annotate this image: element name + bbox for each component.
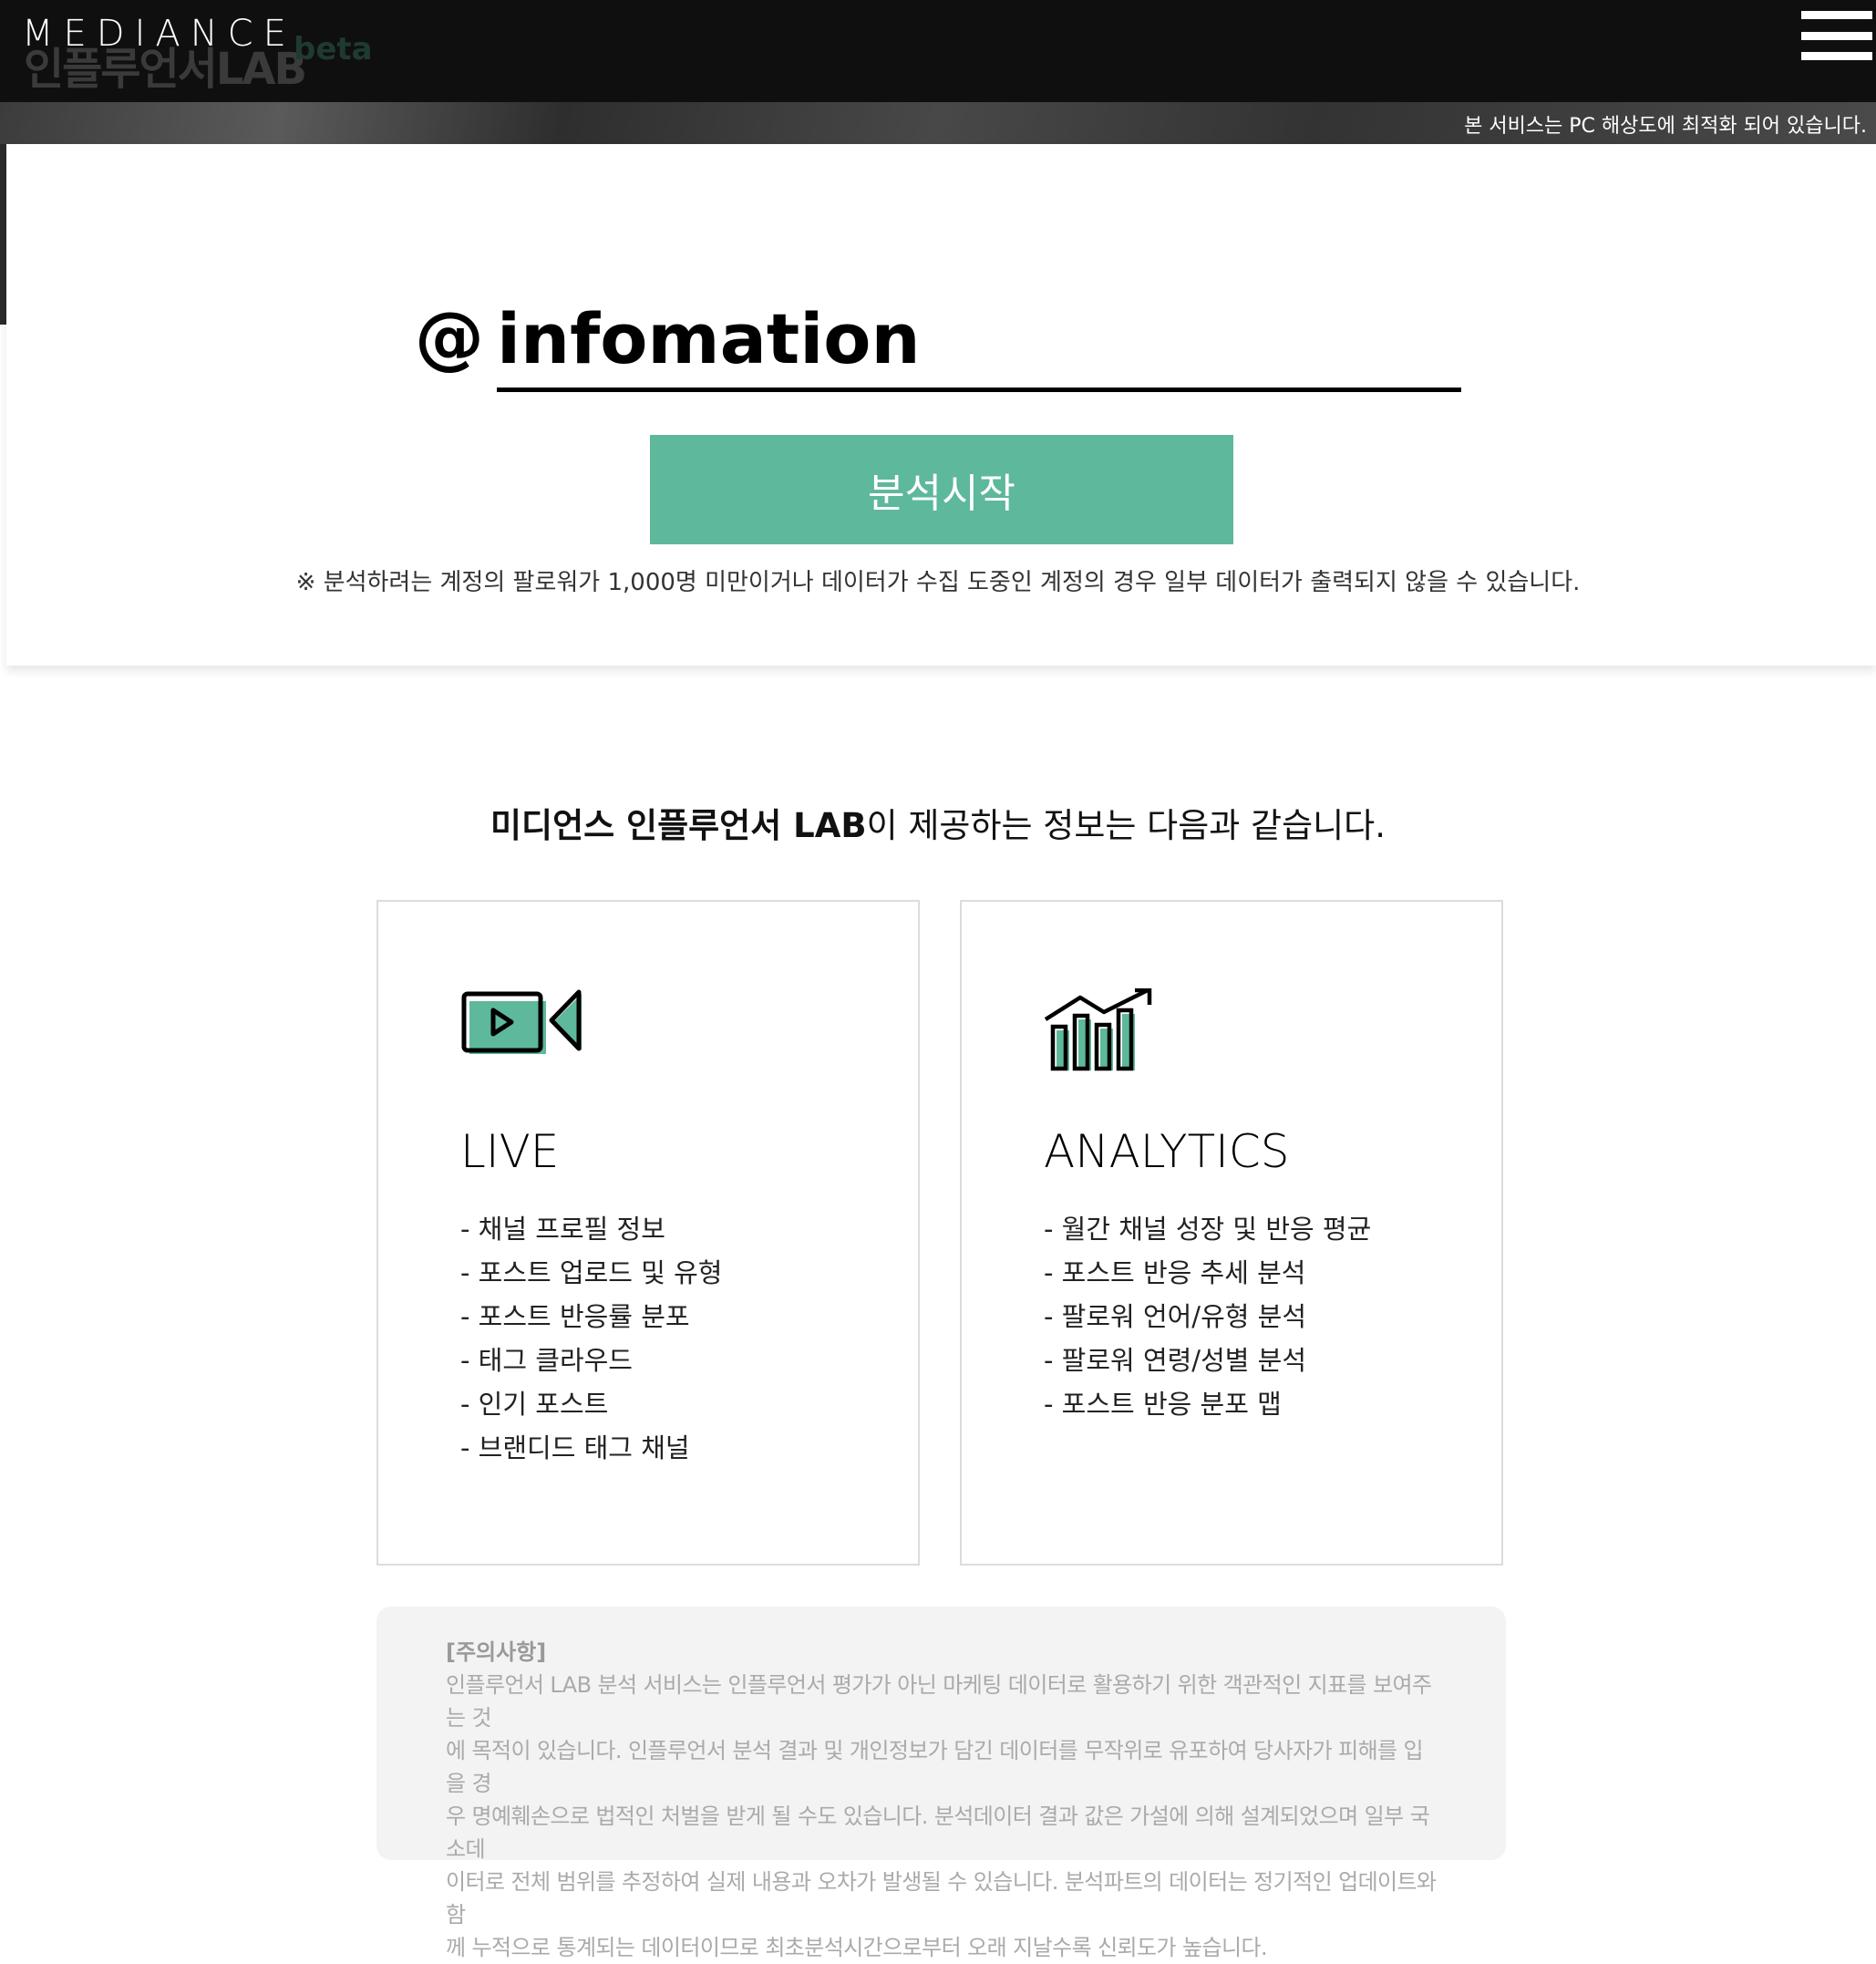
list-item: - 포스트 반응 분포 맵	[1044, 1389, 1282, 1420]
beta-label: beta	[294, 31, 373, 67]
analytics-card-title: ANALYTICS	[1044, 1125, 1290, 1178]
bar-chart-trend-icon	[1044, 987, 1157, 1080]
list-item: - 포스트 반응률 분포	[460, 1301, 690, 1332]
follower-warning-note: ※ 분석하려는 계정의 팔로워가 1,000명 미만이거나 데이터가 수집 도중…	[295, 569, 1581, 596]
menu-line	[1801, 52, 1872, 60]
list-item: - 채널 프로필 정보	[460, 1214, 665, 1245]
info-section-title: 미디언스 인플루언서 LAB이 제공하는 정보는 다음과 같습니다.	[0, 798, 1876, 847]
list-item: - 인기 포스트	[460, 1389, 609, 1420]
notice-strip: 본 서비스는 PC 해상도에 최적화 되어 있습니다.	[0, 102, 1876, 144]
hamburger-menu-icon[interactable]	[1801, 11, 1872, 60]
caution-line: 께 누적으로 통계되는 데이터이므로 최초분석시간으로부터 오래 지날수록 신뢰…	[446, 1935, 1268, 1960]
live-feature-list: - 채널 프로필 정보 - 포스트 업로드 및 유형 - 포스트 반응률 분포 …	[460, 1207, 722, 1470]
left-edge-divider	[0, 144, 6, 325]
list-item: - 팔로워 언어/유형 분석	[1044, 1301, 1307, 1332]
analytics-feature-list: - 월간 채널 성장 및 반응 평균 - 포스트 반응 추세 분석 - 팔로워 …	[1044, 1207, 1371, 1426]
pc-optimized-notice: 본 서비스는 PC 해상도에 최적화 되어 있습니다.	[1464, 115, 1867, 138]
list-item: - 포스트 반응 추세 분석	[1044, 1257, 1306, 1288]
menu-line	[1801, 31, 1872, 40]
video-camera-icon	[460, 988, 588, 1061]
info-title-rest: 이 제공하는 정보는 다음과 같습니다.	[866, 806, 1386, 845]
caution-line: 에 목적이 있습니다. 인플루언서 분석 결과 및 개인정보가 담긴 데이터를 …	[446, 1738, 1424, 1796]
at-symbol: @	[415, 296, 484, 377]
list-item: - 포스트 업로드 및 유형	[460, 1257, 723, 1288]
caution-line: 우 명예훼손으로 법적인 처벌을 받게 될 수도 있습니다. 분석데이터 결과 …	[446, 1804, 1430, 1862]
list-item: - 팔로워 연령/성별 분석	[1044, 1345, 1307, 1376]
caution-notice-box: [주의사항] 인플루언서 LAB 분석 서비스는 인플루언서 평가가 아닌 마케…	[376, 1607, 1506, 1960]
analytics-feature-card: ANALYTICS - 월간 채널 성장 및 반응 평균 - 포스트 반응 추세…	[960, 900, 1503, 1566]
start-analysis-button[interactable]: 분석시작	[650, 435, 1233, 544]
list-item: - 브랜디드 태그 채널	[460, 1432, 690, 1463]
account-search-input[interactable]	[497, 290, 1461, 392]
list-item: - 태그 클라우드	[460, 1345, 633, 1376]
caution-body: 인플루언서 LAB 분석 서비스는 인플루언서 평가가 아닌 마케팅 데이터로 …	[446, 1669, 1438, 1964]
live-feature-card: LIVE - 채널 프로필 정보 - 포스트 업로드 및 유형 - 포스트 반응…	[376, 900, 920, 1566]
info-title-brand: 미디언스 인플루언서 LAB	[490, 806, 867, 845]
caution-line: 인플루언서 LAB 분석 서비스는 인플루언서 평가가 아닌 마케팅 데이터로 …	[446, 1672, 1432, 1731]
live-card-title: LIVE	[460, 1125, 560, 1178]
caution-line: 이터로 전체 범위를 추정하여 실제 내용과 오차가 발생될 수 있습니다. 분…	[446, 1869, 1437, 1928]
mediance-logo[interactable]: MEDIANCE	[22, 13, 296, 55]
list-item: - 월간 채널 성장 및 반응 평균	[1044, 1214, 1372, 1245]
menu-line	[1801, 11, 1872, 19]
top-navigation-bar: 인플루언서LAB beta MEDIANCE	[0, 0, 1876, 102]
caution-title: [주의사항]	[446, 1639, 547, 1665]
